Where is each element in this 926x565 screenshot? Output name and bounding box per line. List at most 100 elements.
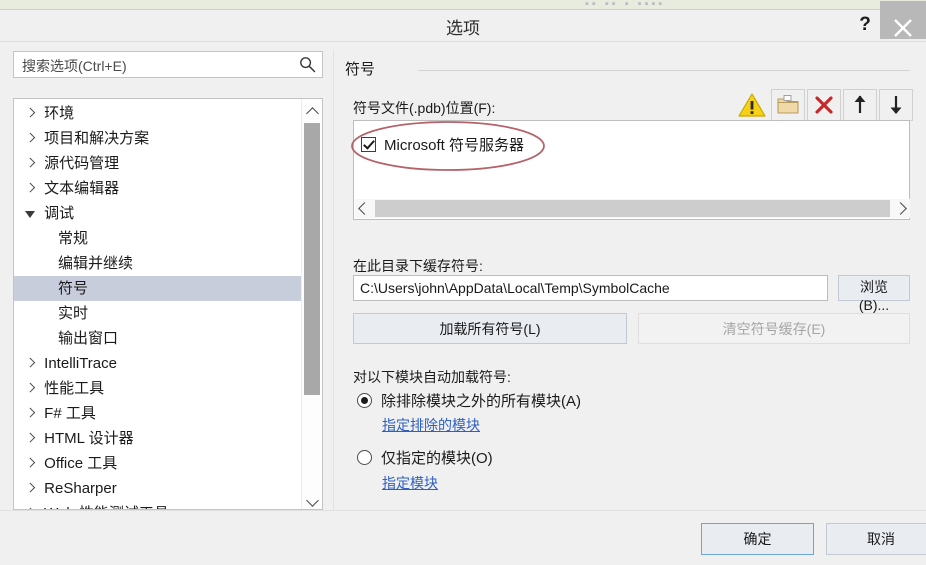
titlebar-separator [0,41,926,42]
tree-item-11[interactable]: 性能工具 [14,376,301,401]
tree-item-14[interactable]: Office 工具 [14,451,301,476]
search-input[interactable] [20,52,294,79]
tree-item-9[interactable]: 输出窗口 [14,326,301,351]
symbol-locations-list[interactable]: Microsoft 符号服务器 [353,120,910,220]
tree-item-5[interactable]: 常规 [14,226,301,251]
tree-item-2[interactable]: 源代码管理 [14,151,301,176]
radio-only-specified-button[interactable] [357,450,372,465]
triangle-right-icon[interactable] [24,134,40,145]
section-rule [418,70,910,71]
tree-item-8[interactable]: 实时 [14,301,301,326]
options-dialog: 选项 ? 环境 项目和解决方案 源代码管理 文本编辑器 调试常规编辑并继续符号实… [0,1,926,565]
tree-item-6[interactable]: 编辑并继续 [14,251,301,276]
move-up-button[interactable] [843,89,877,121]
tree-item-label: 文本编辑器 [44,180,120,197]
ok-button[interactable]: 确定 [701,523,814,555]
chevron-up-icon [305,107,319,120]
tree-item-4[interactable]: 调试 [14,201,301,226]
tree-item-label: 常规 [58,230,89,247]
delete-symbol-location-button[interactable] [807,89,841,121]
tree-item-label: 实时 [58,305,89,322]
chevron-left-icon [358,202,371,215]
radio-only-specified-label: 仅指定的模块(O) [381,450,493,467]
tree-item-label: 项目和解决方案 [44,130,150,147]
tree-item-label: 调试 [44,205,75,222]
tree-item-label: 编辑并继续 [58,255,134,272]
tree-item-7[interactable]: 符号 [14,276,301,301]
load-all-symbols-button[interactable]: 加载所有符号(L) [353,313,627,344]
tree-scroll-up-button[interactable] [302,99,322,120]
arrow-down-icon [890,96,902,114]
tree-item-label: 输出窗口 [58,330,119,347]
clear-symbol-cache-button[interactable]: 清空符号缓存(E) [638,313,910,344]
symbol-location-item[interactable]: Microsoft 符号服务器 [361,133,524,155]
tree-scrollbar[interactable] [301,99,322,509]
tree-item-label: Office 工具 [44,455,118,472]
options-tree[interactable]: 环境 项目和解决方案 源代码管理 文本编辑器 调试常规编辑并继续符号实时输出窗口… [13,98,323,510]
triangle-right-icon[interactable] [24,159,40,170]
search-box[interactable] [13,51,323,79]
hscroll-right-button[interactable] [891,199,910,218]
vs-backdrop-strip [0,0,926,9]
radio-all-except-excluded-button[interactable] [357,393,372,408]
browse-button[interactable]: 浏览(B)... [838,275,910,313]
close-button[interactable] [880,1,926,39]
tree-item-1[interactable]: 项目和解决方案 [14,126,301,151]
tree-list: 环境 项目和解决方案 源代码管理 文本编辑器 调试常规编辑并继续符号实时输出窗口… [14,101,301,509]
dialog-title: 选项 [446,19,480,38]
triangle-down-icon[interactable] [24,209,40,220]
tree-item-label: HTML 设计器 [44,430,134,447]
triangle-right-icon[interactable] [24,359,40,370]
triangle-right-icon[interactable] [24,459,40,470]
tree-item-10[interactable]: IntelliTrace [14,351,301,376]
tree-item-15[interactable]: ReSharper [14,476,301,501]
chevron-down-icon [305,494,319,507]
cancel-button[interactable]: 取消 [826,523,926,555]
triangle-right-icon[interactable] [24,109,40,120]
cache-directory-label: 在此目录下缓存符号: [353,258,483,274]
tree-item-label: 性能工具 [44,380,105,397]
hscroll-thumb[interactable] [375,200,890,217]
move-down-button[interactable] [879,89,913,121]
chevron-right-icon [894,202,907,215]
tree-item-12[interactable]: F# 工具 [14,401,301,426]
help-button[interactable]: ? [852,12,878,38]
triangle-right-icon[interactable] [24,484,40,495]
new-symbol-location-button[interactable] [771,89,805,121]
tree-scroll-down-button[interactable] [302,489,322,509]
symbol-list-hscrollbar[interactable] [355,199,910,218]
dialog-titlebar: 选项 ? [0,1,926,41]
footer-separator [0,510,926,511]
warning-icon [738,93,766,117]
tree-item-3[interactable]: 文本编辑器 [14,176,301,201]
cache-directory-input[interactable] [353,275,828,301]
delete-icon [815,96,833,114]
auto-load-modules-label: 对以下模块自动加载符号: [353,369,511,385]
backdrop-ghost-text: ▪▪ ▪▪ ▪ ▪▪▪▪ [585,0,666,9]
new-folder-icon [777,95,799,114]
tree-scroll-thumb[interactable] [304,123,320,395]
tree-item-13[interactable]: HTML 设计器 [14,426,301,451]
radio-all-except-excluded[interactable]: 除排除模块之外的所有模块(A) [357,390,581,411]
symbol-server-checkbox[interactable] [361,136,376,152]
tree-item-label: 源代码管理 [44,155,120,172]
close-icon [894,19,912,37]
hscroll-left-button[interactable] [355,199,374,218]
section-title: 符号 [345,61,376,78]
tree-item-label: IntelliTrace [44,355,117,372]
pdb-location-label: 符号文件(.pdb)位置(F): [353,100,496,116]
tree-item-label: 环境 [44,105,75,122]
tree-item-label: ReSharper [44,480,117,497]
tree-item-label: 符号 [58,280,89,297]
radio-only-specified[interactable]: 仅指定的模块(O) [357,447,493,468]
specify-modules-link[interactable]: 指定模块 [382,473,438,493]
search-icon[interactable] [299,56,316,73]
triangle-right-icon[interactable] [24,434,40,445]
specify-excluded-modules-link[interactable]: 指定排除的模块 [382,415,480,435]
triangle-right-icon[interactable] [24,409,40,420]
tree-item-label: F# 工具 [44,405,96,422]
tree-item-16[interactable]: Web 性能测试工具 [14,501,301,509]
triangle-right-icon[interactable] [24,384,40,395]
tree-item-0[interactable]: 环境 [14,101,301,126]
triangle-right-icon[interactable] [24,184,40,195]
